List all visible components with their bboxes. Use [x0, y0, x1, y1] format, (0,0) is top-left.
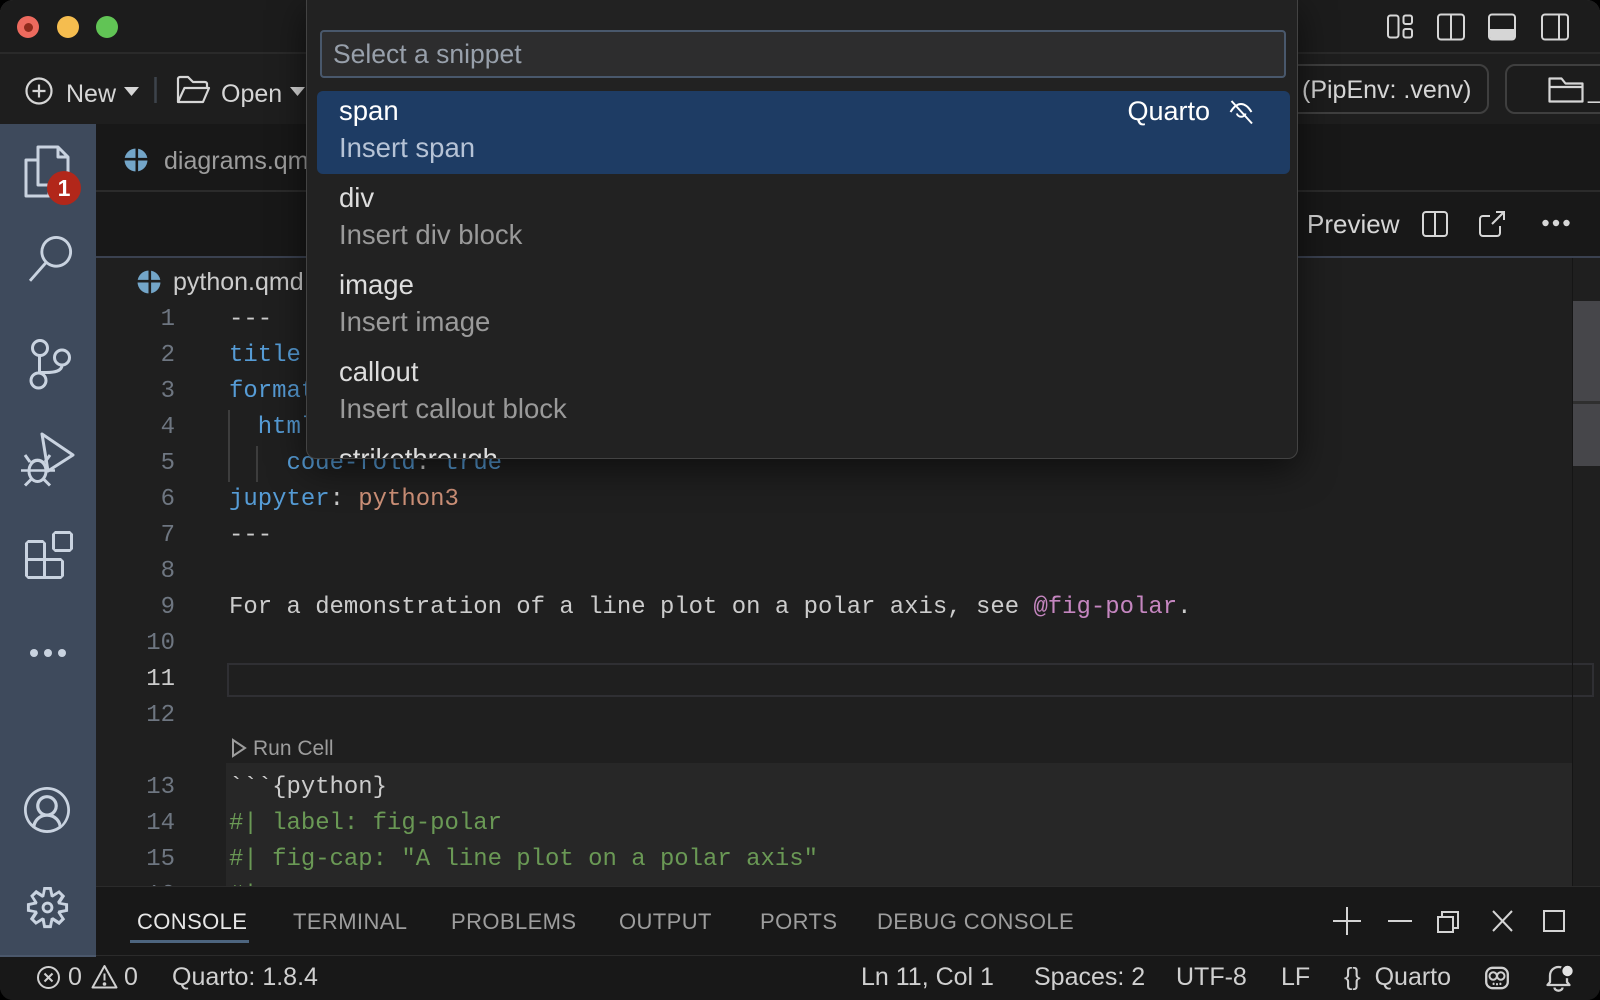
svg-text:1: 1: [58, 175, 71, 201]
